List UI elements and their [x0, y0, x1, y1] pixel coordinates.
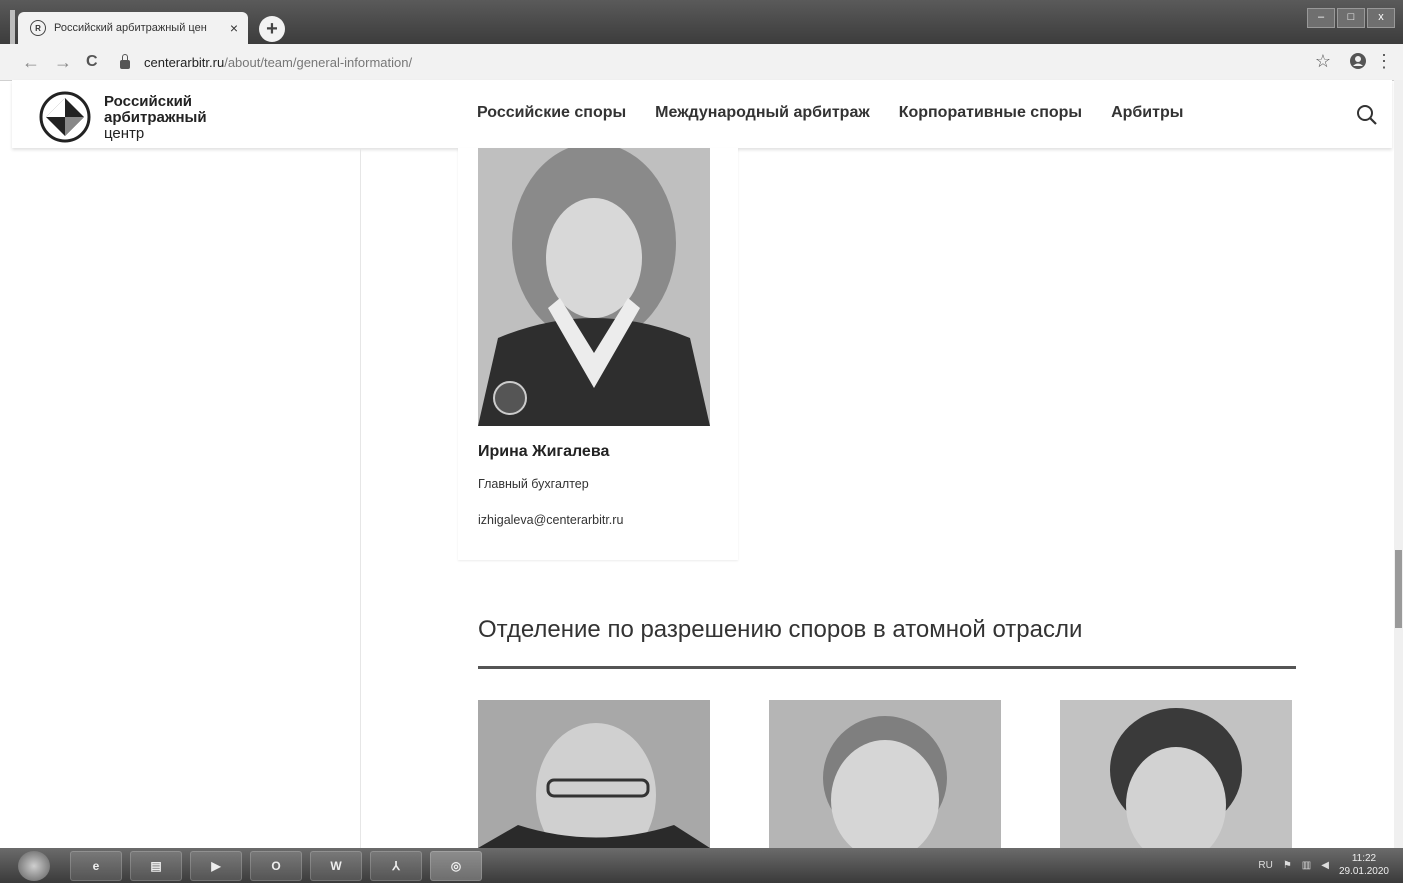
- browser-tab-strip: R Российский арбитражный цен × + – □ x: [0, 0, 1403, 44]
- media-player-icon[interactable]: ▶: [190, 851, 242, 881]
- minimize-button[interactable]: –: [1307, 8, 1335, 28]
- file-explorer-icon[interactable]: ▤: [130, 851, 182, 881]
- url-host: centerarbitr.ru: [144, 54, 225, 70]
- site-favicon-icon: R: [30, 20, 46, 36]
- tab-close-icon[interactable]: ×: [224, 20, 244, 36]
- section-heading: Отделение по разрешению споров в атомной…: [478, 616, 1083, 643]
- outlook-icon[interactable]: O: [250, 851, 302, 881]
- clock-date: 29.01.2020: [1338, 866, 1389, 877]
- language-indicator[interactable]: RU: [1258, 860, 1272, 871]
- team-member-role: Главный бухгалтер: [478, 477, 589, 491]
- team-member-photo: [1060, 700, 1292, 848]
- system-tray: RU ⚑ ▥ ◀ 11:22 29.01.2020: [1258, 852, 1389, 878]
- window-edge: [10, 10, 15, 44]
- section-divider: [478, 666, 1296, 669]
- browser-tab[interactable]: R Российский арбитражный цен ×: [18, 12, 248, 44]
- volume-icon[interactable]: ◀: [1321, 860, 1329, 871]
- reload-icon[interactable]: C: [86, 53, 98, 71]
- main-nav: Российские споры Международный арбитраж …: [477, 104, 1183, 122]
- acrobat-icon[interactable]: ⅄: [370, 851, 422, 881]
- team-member-name: Ирина Жигалева: [478, 443, 610, 460]
- scrollbar-thumb[interactable]: [1395, 550, 1402, 628]
- system-clock[interactable]: 11:22 29.01.2020: [1339, 852, 1389, 878]
- sidebar-divider: [360, 148, 361, 848]
- team-member-photo: [769, 700, 1001, 848]
- team-member-photo: [478, 148, 710, 426]
- nav-arbitrators[interactable]: Арбитры: [1111, 104, 1183, 122]
- os-taskbar: e ▤ ▶ O W ⅄ ◎ RU ⚑ ▥ ◀ 11:22 29.01.2020: [0, 848, 1403, 883]
- lock-icon: [120, 53, 130, 69]
- site-header: Российский арбитражный центр Российские …: [12, 80, 1392, 148]
- close-window-button[interactable]: x: [1367, 8, 1395, 28]
- site-brand[interactable]: Российский арбитражный центр: [104, 94, 207, 142]
- brand-line-3: центр: [104, 125, 145, 142]
- tab-title: Российский арбитражный цен: [54, 22, 207, 34]
- window-controls: – □ x: [1307, 8, 1395, 28]
- action-center-icon[interactable]: ⚑: [1283, 860, 1292, 871]
- ie-icon[interactable]: e: [70, 851, 122, 881]
- page-scrollbar[interactable]: [1394, 80, 1403, 848]
- back-arrow-icon[interactable]: ←: [22, 52, 40, 73]
- account-icon[interactable]: [1349, 52, 1367, 75]
- brand-line-2: арбитражный: [104, 109, 207, 126]
- nav-international-arbitration[interactable]: Международный арбитраж: [655, 104, 870, 122]
- clock-time: 11:22: [1351, 853, 1377, 864]
- maximize-button[interactable]: □: [1337, 8, 1365, 28]
- nav-corporate-disputes[interactable]: Корпоративные споры: [899, 104, 1082, 122]
- site-logo-icon[interactable]: [38, 90, 92, 144]
- address-toolbar: ← → C centerarbitr.ru /about/team/genera…: [0, 44, 1403, 81]
- browser-menu-icon[interactable]: ⋮: [1375, 51, 1393, 72]
- word-icon[interactable]: W: [310, 851, 362, 881]
- bookmark-star-icon[interactable]: ☆: [1315, 51, 1331, 72]
- search-icon[interactable]: [1356, 104, 1378, 126]
- team-member-photo: [478, 700, 710, 848]
- url-path: /about/team/general-information/: [224, 54, 413, 70]
- team-member-email[interactable]: izhigaleva@centerarbitr.ru: [478, 513, 623, 527]
- url-field[interactable]: centerarbitr.ru /about/team/general-info…: [120, 50, 1290, 74]
- new-tab-button[interactable]: +: [259, 16, 285, 42]
- nav-russian-disputes[interactable]: Российские споры: [477, 104, 626, 122]
- start-button[interactable]: [18, 851, 50, 881]
- forward-arrow-icon[interactable]: →: [54, 52, 72, 73]
- network-icon[interactable]: ▥: [1302, 860, 1311, 871]
- brand-line-1: Российский: [104, 93, 193, 110]
- chrome-icon[interactable]: ◎: [430, 851, 482, 881]
